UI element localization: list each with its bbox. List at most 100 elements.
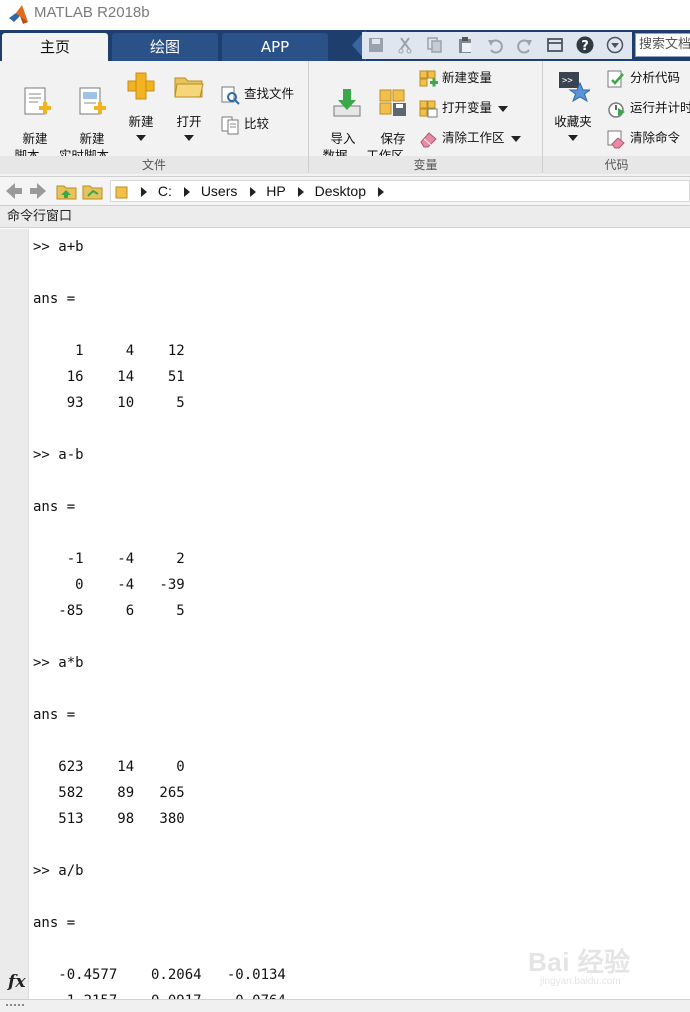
status-bar (0, 999, 690, 1012)
path-separator-icon (249, 187, 256, 197)
path-separator-icon (141, 187, 148, 197)
variable-group-label: 变量 (309, 156, 542, 174)
new-button[interactable]: 新建 (120, 69, 162, 141)
ribbon-home: 新建 脚本 新建 实时脚本 新建 打开 查找文件 比较 文件 (0, 61, 690, 177)
clear-commands-icon (607, 130, 625, 148)
baidu-watermark: Bai 经验 jingyan.baidu.com (528, 940, 688, 990)
plus-icon (127, 72, 155, 100)
current-folder-toolbar: C: Users HP Desktop (0, 177, 690, 206)
window-title: MATLAB R2018b (34, 4, 150, 21)
find-files-icon (221, 86, 240, 105)
run-and-time-button[interactable]: 运行并计时 (606, 97, 690, 119)
command-window-gutter (0, 229, 29, 999)
find-files-button[interactable]: 查找文件 (220, 83, 294, 105)
folder-icon (115, 186, 128, 199)
clear-workspace-button[interactable]: 清除工作区 (418, 127, 521, 149)
analyze-code-button[interactable]: 分析代码 (606, 67, 680, 89)
svg-text:?: ? (581, 39, 589, 54)
search-documentation-input[interactable]: 搜索文档 (635, 33, 690, 57)
command-output-line: 1.2157 0.0917 0.0764 (33, 991, 286, 999)
open-variable-dropdown-icon (498, 105, 509, 112)
favorites-icon: >> (559, 72, 592, 103)
switch-windows-icon[interactable] (543, 33, 567, 57)
compare-button[interactable]: 比较 (220, 113, 269, 135)
import-data-icon (333, 89, 361, 117)
favorites-button[interactable]: >> 收藏夹 (548, 69, 598, 141)
command-output-line: 513 98 380 (33, 811, 185, 827)
new-script-icon (24, 87, 51, 115)
clear-commands-button[interactable]: 清除命令 (606, 127, 680, 149)
command-window-output[interactable]: >> a+b ans = 1 4 12 16 14 51 93 10 5 >> a-… (33, 229, 688, 999)
address-path[interactable]: C: Users HP Desktop (110, 180, 690, 202)
command-output-line: -1 -4 2 (33, 551, 185, 567)
help-icon[interactable]: ? (573, 33, 597, 57)
function-browser-icon[interactable]: fx (8, 972, 25, 992)
open-variable-label: 打开变量 (442, 100, 493, 115)
command-prompt-line: >> a+b (33, 239, 84, 255)
title-bar: MATLAB R2018b (0, 0, 690, 30)
forward-arrow-icon[interactable] (28, 181, 48, 201)
new-dropdown-icon (136, 135, 146, 141)
open-variable-button[interactable]: 打开变量 (418, 97, 509, 119)
path-separator-icon (298, 187, 305, 197)
eraser-icon (420, 131, 437, 147)
command-prompt-line: >> a/b (33, 863, 84, 879)
new-label: 新建 (128, 114, 154, 129)
command-output-line: ans = (33, 707, 76, 723)
open-button[interactable]: 打开 (166, 69, 212, 141)
watermark-url: jingyan.baidu.com (540, 976, 621, 987)
command-output-line: ans = (33, 499, 76, 515)
svg-text:>>: >> (562, 76, 573, 86)
command-output-line: 623 14 0 (33, 759, 185, 775)
resize-grip-icon[interactable] (6, 1004, 24, 1010)
path-segment-hp[interactable]: HP (266, 181, 285, 201)
copy-icon[interactable] (423, 33, 447, 57)
cut-icon[interactable] (393, 33, 417, 57)
save-workspace-icon (379, 89, 406, 116)
command-output-line: ans = (33, 291, 76, 307)
new-live-script-icon (79, 87, 106, 115)
find-files-label: 查找文件 (244, 86, 295, 101)
command-output-line: 0 -4 -39 (33, 577, 185, 593)
path-segment-desktop[interactable]: Desktop (315, 181, 366, 201)
command-output-line: -0.4577 0.2064 -0.0134 (33, 967, 286, 983)
command-output-line: 582 89 265 (33, 785, 185, 801)
clear-workspace-label: 清除工作区 (442, 130, 505, 145)
path-segment-users[interactable]: Users (201, 181, 238, 201)
new-variable-button[interactable]: 新建变量 (418, 67, 492, 89)
matlab-logo-icon (9, 5, 28, 24)
up-folder-icon[interactable] (56, 181, 78, 201)
favorites-dropdown-icon (568, 135, 578, 141)
favorites-label: 收藏夹 (554, 114, 592, 129)
customize-toolbar-icon[interactable] (603, 33, 627, 57)
analyze-code-label: 分析代码 (630, 70, 681, 85)
tab-plots[interactable]: 绘图 (112, 33, 218, 61)
new-variable-label: 新建变量 (442, 70, 493, 85)
tab-home[interactable]: 主页 (2, 33, 108, 61)
paste-icon[interactable] (453, 33, 477, 57)
save-icon[interactable] (364, 33, 388, 57)
clear-commands-label: 清除命令 (630, 130, 681, 145)
new-variable-icon (419, 70, 438, 86)
code-group-label: 代码 (543, 156, 690, 174)
open-dropdown-icon (184, 135, 194, 141)
open-label: 打开 (176, 114, 202, 129)
compare-icon (221, 116, 239, 134)
command-output-line: 1 4 12 (33, 343, 185, 359)
command-prompt-line: >> a-b (33, 447, 84, 463)
path-segment-drive[interactable]: C: (158, 181, 172, 201)
undo-icon[interactable] (483, 33, 507, 57)
browse-folder-icon[interactable] (82, 181, 104, 201)
clear-workspace-dropdown-icon (510, 135, 521, 142)
path-separator-icon (184, 187, 191, 197)
redo-icon[interactable] (513, 33, 537, 57)
tab-apps[interactable]: APP (222, 33, 328, 61)
command-output-line: -85 6 5 (33, 603, 185, 619)
command-output-line: 93 10 5 (33, 395, 185, 411)
command-output-line: 16 14 51 (33, 369, 185, 385)
analyze-code-icon (607, 70, 624, 87)
command-window-title: 命令行窗口 (0, 206, 690, 228)
back-arrow-icon[interactable] (4, 181, 24, 201)
command-output-line: ans = (33, 915, 76, 931)
open-variable-icon (419, 100, 438, 117)
